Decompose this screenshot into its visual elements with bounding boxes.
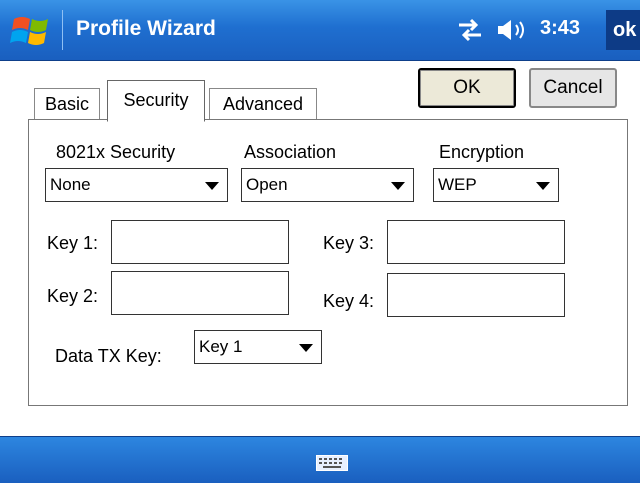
title-ok-button[interactable]: ok bbox=[606, 10, 640, 50]
security-type-value: None bbox=[50, 175, 91, 194]
connectivity-icon[interactable] bbox=[455, 17, 485, 43]
encryption-value: WEP bbox=[438, 175, 477, 194]
key4-label: Key 4: bbox=[323, 291, 375, 311]
clock[interactable]: 3:43 bbox=[540, 17, 580, 40]
windows-start-icon[interactable] bbox=[10, 13, 54, 49]
key4-field[interactable] bbox=[387, 273, 565, 317]
tx-key-label: Data TX Key: bbox=[55, 346, 162, 366]
security-type-select[interactable]: None bbox=[45, 168, 228, 202]
encryption-label: Encryption bbox=[439, 142, 525, 162]
window-title: Profile Wizard bbox=[76, 17, 216, 40]
key2-field[interactable] bbox=[111, 271, 289, 315]
key2-label: Key 2: bbox=[47, 286, 99, 306]
association-label: Association bbox=[244, 142, 337, 162]
speaker-icon[interactable] bbox=[495, 17, 529, 43]
keyboard-icon[interactable] bbox=[316, 455, 348, 471]
key1-label: Key 1: bbox=[47, 233, 99, 253]
tx-key-select[interactable]: Key 1 bbox=[194, 330, 322, 364]
title-bar: Profile Wizard 3:43 ok bbox=[0, 0, 640, 61]
cancel-button[interactable]: Cancel bbox=[529, 68, 617, 108]
chevron-down-icon bbox=[299, 344, 313, 352]
encryption-select[interactable]: WEP bbox=[433, 168, 559, 202]
key3-field[interactable] bbox=[387, 220, 565, 264]
chevron-down-icon bbox=[205, 182, 219, 190]
menu-bar bbox=[0, 436, 640, 483]
tab-basic[interactable]: Basic bbox=[34, 88, 100, 119]
chevron-down-icon bbox=[536, 182, 550, 190]
key1-field[interactable] bbox=[111, 220, 289, 264]
title-separator bbox=[62, 10, 63, 50]
tab-security[interactable]: Security bbox=[107, 80, 205, 122]
ok-button[interactable]: OK bbox=[418, 68, 516, 108]
tab-advanced[interactable]: Advanced bbox=[209, 88, 317, 119]
association-value: Open bbox=[246, 175, 288, 194]
chevron-down-icon bbox=[391, 182, 405, 190]
key3-label: Key 3: bbox=[323, 233, 375, 253]
association-select[interactable]: Open bbox=[241, 168, 414, 202]
tx-key-value: Key 1 bbox=[199, 337, 243, 356]
security-type-label: 8021x Security bbox=[56, 142, 176, 162]
security-panel: 8021x Security None Association Open Enc… bbox=[28, 119, 628, 406]
